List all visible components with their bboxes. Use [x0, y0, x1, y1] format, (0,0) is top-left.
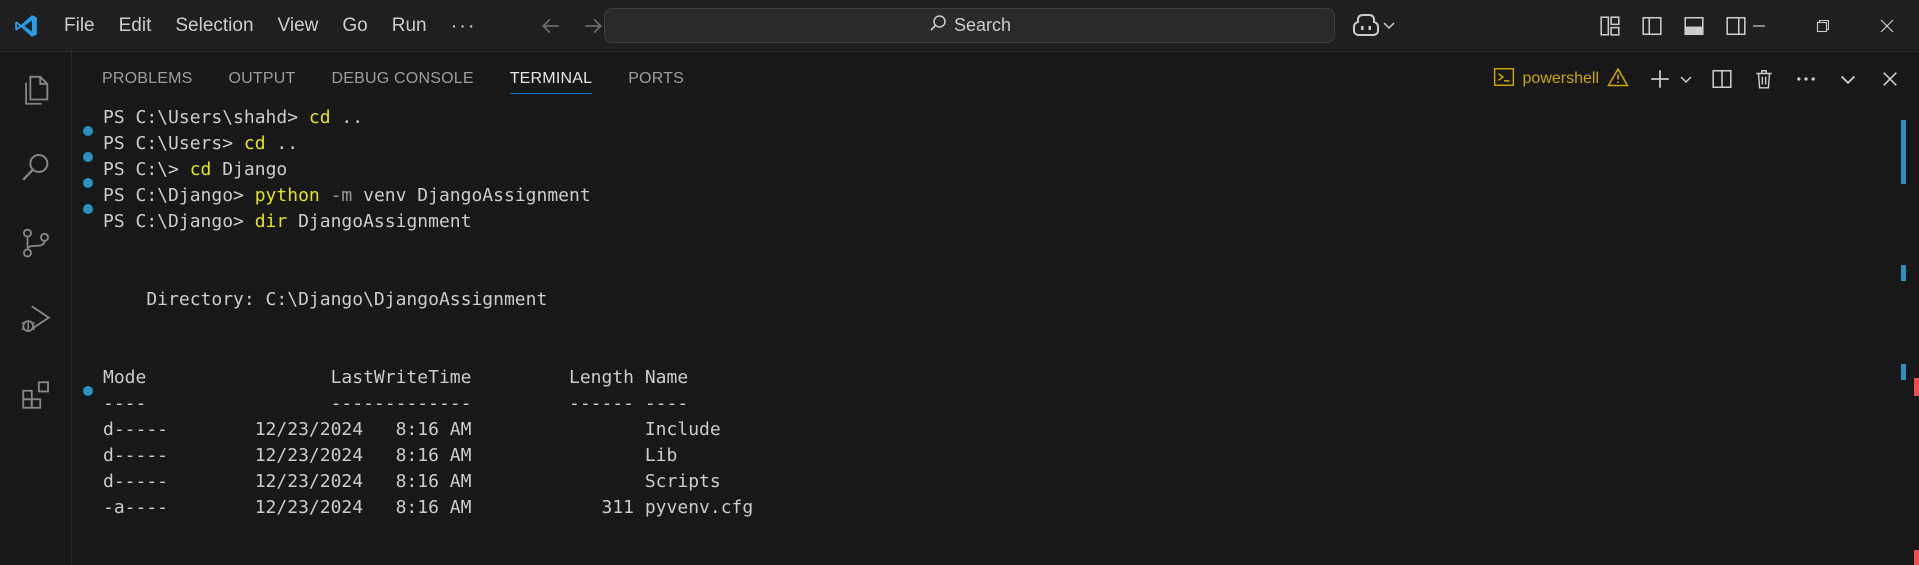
restore-icon[interactable]	[1791, 0, 1855, 52]
listing-row: -a---- 12/23/2024 8:16 AM 311 pyvenv.cfg	[103, 497, 754, 518]
vscode-logo-icon	[0, 0, 52, 52]
menu-run[interactable]: Run	[380, 0, 439, 52]
listing-header: Mode LastWriteTime Length Name	[103, 367, 689, 388]
navigation-arrows	[537, 12, 607, 40]
split-terminal-icon[interactable]	[1705, 62, 1739, 96]
scroll-marker	[1914, 378, 1919, 396]
tab-debug-console[interactable]: DEBUG CONSOLE	[332, 53, 474, 105]
activity-bar	[0, 53, 72, 565]
scroll-marker	[1901, 265, 1906, 281]
panel-actions: powershell	[1493, 53, 1919, 105]
tab-output[interactable]: OUTPUT	[229, 53, 296, 105]
terminal-icon	[1493, 66, 1515, 93]
terminal-output[interactable]: PS C:\Users\shahd> cd .. PS C:\Users> cd…	[73, 105, 1899, 565]
customize-layout-icon[interactable]	[1596, 12, 1624, 40]
menu-more[interactable]: ···	[439, 0, 489, 52]
chevron-down-icon	[1382, 18, 1396, 37]
command-args: venv DjangoAssignment	[352, 185, 591, 206]
tab-terminal[interactable]: TERMINAL	[509, 53, 593, 105]
copilot-icon	[1352, 12, 1380, 43]
prompt-text: PS C:\Users\shahd>	[103, 107, 309, 128]
warning-icon	[1607, 66, 1629, 92]
new-terminal-icon[interactable]	[1643, 62, 1677, 96]
tab-ports[interactable]: PORTS	[628, 53, 684, 105]
run-and-debug-icon[interactable]	[0, 281, 72, 357]
command-args: Django	[211, 159, 288, 180]
listing-row: d----- 12/23/2024 8:16 AM Include	[103, 419, 721, 440]
prompt-text: PS C:\Django>	[103, 185, 255, 206]
command-center-search[interactable]: Search	[604, 8, 1335, 43]
listing-separator: ---- ------------- ------ ----	[103, 393, 689, 414]
back-arrow-icon[interactable]	[537, 12, 565, 40]
command-text: dir	[254, 211, 288, 232]
close-panel-icon[interactable]	[1873, 62, 1907, 96]
command-text: python	[254, 185, 320, 206]
terminal-line: PS C:\Django> python -m venv DjangoAssig…	[103, 183, 591, 209]
chevron-down-icon[interactable]	[1677, 62, 1695, 96]
prompt-text: PS C:\Django>	[103, 211, 255, 232]
search-icon	[928, 13, 948, 38]
toggle-primary-sidebar-icon[interactable]	[1638, 12, 1666, 40]
trash-icon[interactable]	[1747, 62, 1781, 96]
extensions-icon[interactable]	[0, 357, 72, 433]
more-actions-icon[interactable]	[1789, 62, 1823, 96]
terminal-line: PS C:\Users> cd ..	[103, 131, 298, 157]
panel-header: PROBLEMS OUTPUT DEBUG CONSOLE TERMINAL P…	[73, 53, 1919, 105]
terminal-line: PS C:\Django> dir DjangoAssignment	[103, 209, 471, 235]
command-text: cd	[308, 107, 331, 128]
tab-problems[interactable]: PROBLEMS	[102, 53, 193, 105]
command-decoration-icon[interactable]	[83, 204, 93, 214]
menu-edit[interactable]: Edit	[107, 0, 164, 52]
prompt-text: PS C:\Users>	[103, 133, 244, 154]
command-args: ..	[330, 107, 364, 128]
minimize-icon[interactable]	[1727, 0, 1791, 52]
command-text: cd	[243, 133, 266, 154]
search-label: Search	[953, 15, 1012, 35]
command-args: ..	[265, 133, 299, 154]
terminal-line: PS C:\> cd Django	[103, 157, 287, 183]
forward-arrow-icon[interactable]	[579, 12, 607, 40]
listing-row: d----- 12/23/2024 8:16 AM Scripts	[103, 471, 721, 492]
scroll-marker	[1901, 120, 1906, 184]
source-control-icon[interactable]	[0, 205, 72, 281]
close-icon[interactable]	[1855, 0, 1919, 52]
maximize-panel-chevron-icon[interactable]	[1831, 62, 1865, 96]
menu-go[interactable]: Go	[330, 0, 379, 52]
menu-selection[interactable]: Selection	[163, 0, 265, 52]
explorer-icon[interactable]	[0, 53, 72, 129]
directory-line: Directory: C:\Django\DjangoAssignment	[103, 289, 548, 310]
search-view-icon[interactable]	[0, 129, 72, 205]
listing-row: d----- 12/23/2024 8:16 AM Lib	[103, 445, 678, 466]
terminal-name: powershell	[1522, 70, 1599, 87]
command-decoration-icon[interactable]	[83, 126, 93, 136]
title-bar: File Edit Selection View Go Run ··· Sear…	[0, 0, 1919, 52]
terminal-picker[interactable]: powershell	[1493, 66, 1629, 93]
copilot-menu[interactable]	[1352, 12, 1396, 43]
menu-view[interactable]: View	[266, 0, 331, 52]
panel-tabs: PROBLEMS OUTPUT DEBUG CONSOLE TERMINAL P…	[73, 53, 720, 105]
scroll-marker	[1914, 550, 1919, 565]
command-decoration-icon[interactable]	[83, 152, 93, 162]
command-args: DjangoAssignment	[287, 211, 472, 232]
command-flag: -m	[319, 185, 353, 206]
toggle-panel-icon[interactable]	[1680, 12, 1708, 40]
terminal-scrollbar[interactable]	[1901, 120, 1919, 565]
menu-bar: File Edit Selection View Go Run ···	[52, 0, 489, 52]
prompt-text: PS C:\>	[103, 159, 190, 180]
terminal-line: PS C:\Users\shahd> cd ..	[103, 105, 363, 131]
scroll-marker	[1901, 364, 1906, 380]
menu-file[interactable]: File	[52, 0, 107, 52]
window-controls	[1727, 0, 1919, 52]
command-decoration-icon[interactable]	[83, 386, 93, 396]
command-text: cd	[189, 159, 212, 180]
command-decoration-icon[interactable]	[83, 178, 93, 188]
